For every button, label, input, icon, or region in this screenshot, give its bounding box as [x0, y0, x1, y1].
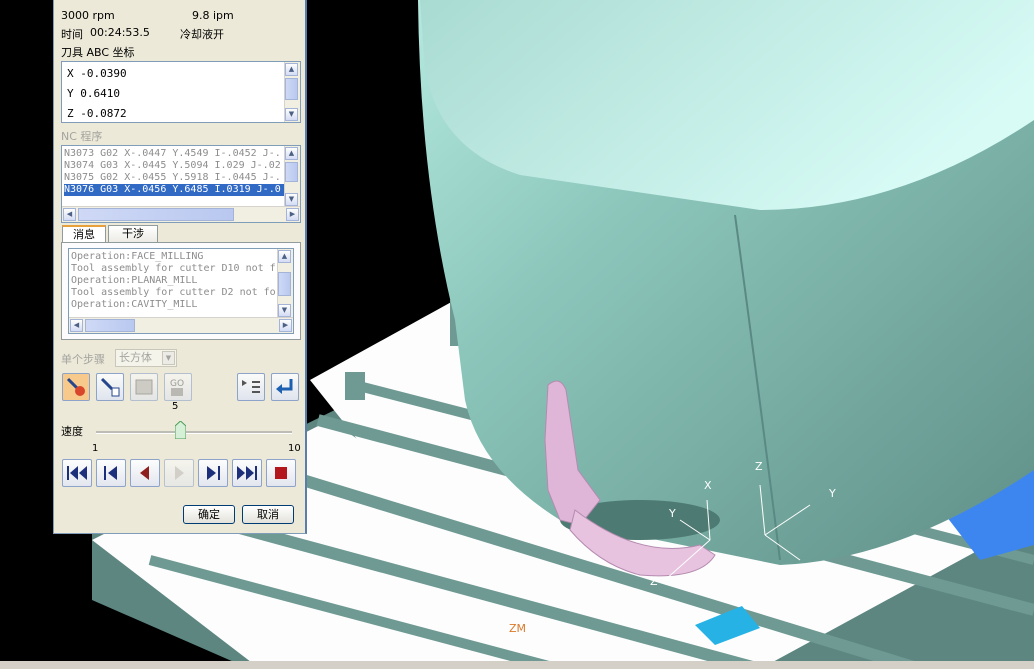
speed-value: 5: [172, 401, 179, 412]
step-list-icon: [242, 380, 260, 393]
scroll-left-icon[interactable]: ◀: [63, 208, 76, 221]
step-back-icon: [140, 466, 149, 480]
nc-program-line[interactable]: N3076 G03 X-.0456 Y.6485 I.0319 J-.0: [64, 184, 284, 196]
chevron-down-icon[interactable]: ▼: [162, 351, 175, 365]
axis-label-zm: ZM: [509, 622, 526, 635]
scroll-right-icon[interactable]: ▶: [279, 319, 292, 332]
message-line: Operation:PLANAR_MILL: [71, 275, 198, 286]
show-tool-button[interactable]: [62, 373, 90, 401]
scroll-thumb[interactable]: [285, 162, 298, 182]
nc-program-line[interactable]: N3074 G03 X-.0445 Y.5094 I.029 J-.02: [64, 160, 284, 172]
first-icon: [67, 466, 87, 480]
speed-slider-thumb[interactable]: [174, 420, 187, 440]
scroll-down-icon[interactable]: ▼: [285, 108, 298, 121]
show-holder-button[interactable]: [96, 373, 124, 401]
nc-program-line[interactable]: N3075 G02 X-.0455 Y.5918 I-.0445 J-.: [64, 172, 284, 184]
scroll-left-icon[interactable]: ◀: [70, 319, 83, 332]
feed-rate: 9.8 ipm: [192, 9, 234, 22]
scroll-thumb[interactable]: [85, 319, 135, 332]
axis-label-x: X: [704, 479, 712, 492]
messages-list[interactable]: Operation:FACE_MILLING Tool assembly for …: [68, 248, 294, 334]
go-to-icon: GO: [170, 379, 184, 396]
cancel-button[interactable]: 取消: [242, 505, 294, 524]
play-icon: [175, 466, 184, 480]
tab-panel: Operation:FACE_MILLING Tool assembly for …: [61, 242, 301, 340]
time-label: 时间: [61, 28, 83, 41]
show-tool-icon: [66, 377, 85, 396]
show-holder-icon: [100, 377, 120, 397]
time-value: 00:24:53.5: [90, 26, 150, 39]
message-line: Operation:FACE_MILLING: [71, 251, 204, 262]
coord-y: Y 0.6410: [67, 87, 120, 100]
nc-program-line[interactable]: N3073 G02 X-.0447 Y.4549 I-.0452 J-.: [64, 148, 284, 160]
message-line: Tool assembly for cutter D2 not fo: [71, 287, 276, 298]
coord-x: X -0.0390: [67, 67, 127, 80]
svg-text:GO: GO: [170, 379, 184, 389]
tab-interference[interactable]: 干涉: [108, 225, 158, 243]
speed-min: 1: [92, 443, 99, 454]
last-icon: [237, 466, 257, 480]
stop-button[interactable]: [266, 459, 296, 487]
reset-button[interactable]: [62, 459, 92, 487]
step-label: 单个步骤: [61, 353, 105, 366]
scroll-up-icon[interactable]: ▲: [278, 250, 291, 263]
speed-max: 10: [288, 443, 301, 454]
nc-hscroll[interactable]: ◀ ▶: [62, 206, 300, 222]
simulation-dialog: 3000 rpm 9.8 ipm 时间 00:24:53.5 冷却液开 刀具 A…: [53, 0, 307, 534]
scroll-down-icon[interactable]: ▼: [278, 304, 291, 317]
messages-vscroll[interactable]: ▲ ▼: [277, 249, 293, 318]
nc-program-list[interactable]: N3073 G02 X-.0447 Y.4549 I-.0452 J-. N307…: [61, 145, 301, 223]
step-select-value: 长方体: [119, 351, 152, 364]
axis-label-z2: Z: [755, 460, 763, 473]
last-button[interactable]: [232, 459, 262, 487]
spindle-speed: 3000 rpm: [61, 9, 115, 22]
axis-label-y2: Y: [828, 487, 836, 500]
status-strip: [0, 661, 1034, 669]
message-line: Tool assembly for cutter D10 not f: [71, 263, 276, 274]
messages-hscroll[interactable]: ◀ ▶: [69, 317, 293, 333]
message-line: Operation:CAVITY_MILL: [71, 299, 198, 310]
scroll-thumb[interactable]: [278, 272, 291, 296]
coolant-status: 冷却液开: [180, 28, 224, 41]
step-forward-icon: [207, 466, 220, 480]
speed-label: 速度: [61, 425, 83, 438]
axis-label-z: Z: [650, 575, 658, 588]
nc-vscroll[interactable]: ▲ ▼: [284, 146, 300, 207]
scroll-down-icon[interactable]: ▼: [285, 193, 298, 206]
tool-coords-label: 刀具 ABC 坐标: [61, 46, 135, 59]
tab-messages[interactable]: 消息: [62, 225, 106, 243]
nc-program-label: NC 程序: [61, 130, 103, 143]
step-forward-button[interactable]: [198, 459, 228, 487]
return-icon: [276, 379, 293, 394]
show-machine-button[interactable]: [130, 373, 158, 401]
prev-op-icon: [104, 466, 117, 480]
return-button[interactable]: [271, 373, 299, 401]
ok-button[interactable]: 确定: [183, 505, 235, 524]
step-list-button[interactable]: [237, 373, 265, 401]
step-back-button[interactable]: [130, 459, 160, 487]
spindle-head: [418, 0, 1034, 565]
coord-z: Z -0.0872: [67, 107, 127, 120]
scroll-up-icon[interactable]: ▲: [285, 147, 298, 160]
show-machine-icon: [135, 379, 153, 395]
play-button[interactable]: [164, 459, 194, 487]
scroll-thumb[interactable]: [78, 208, 234, 221]
scroll-up-icon[interactable]: ▲: [285, 63, 298, 76]
step-select[interactable]: 长方体 ▼: [115, 349, 177, 367]
previous-operation-button[interactable]: [96, 459, 126, 487]
scroll-thumb[interactable]: [285, 78, 298, 100]
coords-scrollbar[interactable]: ▲ ▼: [284, 62, 300, 122]
go-to-button[interactable]: GO: [164, 373, 192, 401]
stop-icon: [275, 467, 287, 479]
speed-slider-track[interactable]: [96, 431, 292, 434]
axis-label-y: Y: [668, 507, 676, 520]
scroll-right-icon[interactable]: ▶: [286, 208, 299, 221]
coords-list[interactable]: X -0.0390 Y 0.6410 Z -0.0872 ▲ ▼: [61, 61, 301, 123]
